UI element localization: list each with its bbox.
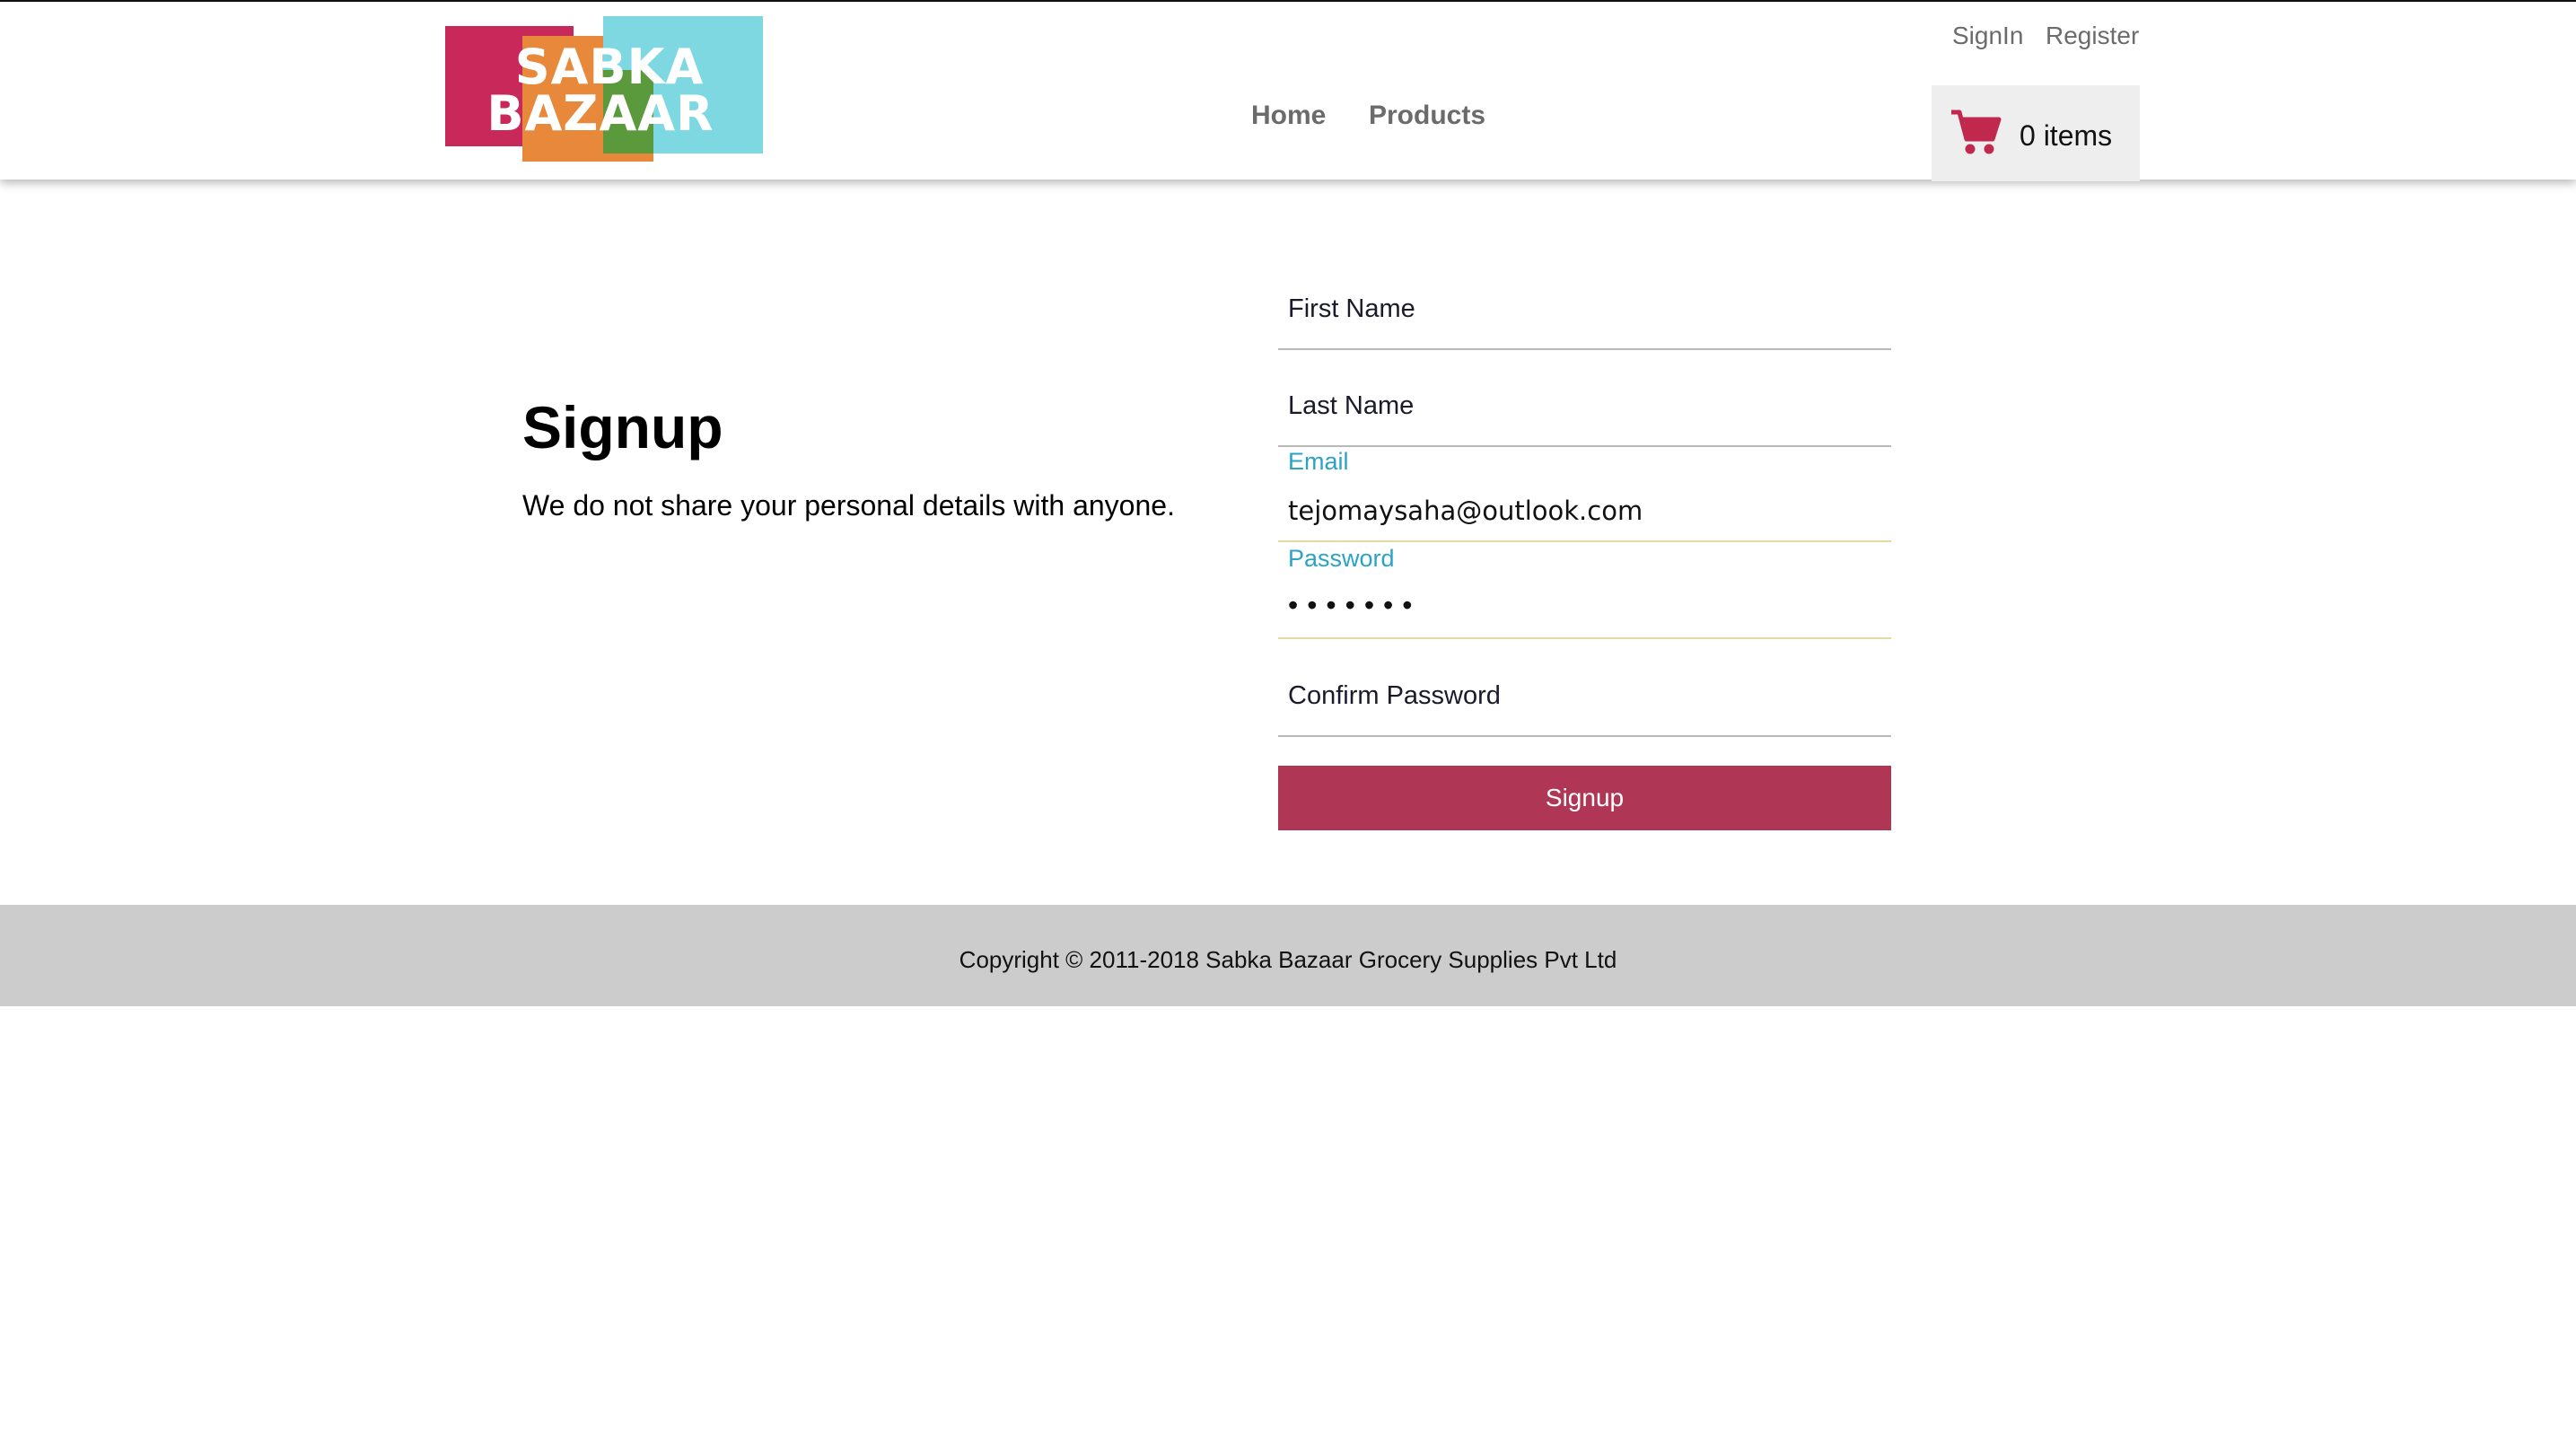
confirm-password-placeholder: Confirm Password xyxy=(1288,681,1501,710)
cart-count: 0 items xyxy=(2020,119,2113,152)
password-underline xyxy=(1278,637,1891,639)
page-subtitle: We do not share your personal details wi… xyxy=(522,489,1175,522)
site-footer: Copyright © 2011-2018 Sabka Bazaar Groce… xyxy=(0,905,2576,1006)
nav-products[interactable]: Products xyxy=(1369,101,1485,131)
email-field[interactable]: Email tejomaysaha@outlook.com xyxy=(1278,447,1891,542)
copyright-text: Copyright © 2011-2018 Sabka Bazaar Groce… xyxy=(959,946,1617,973)
first-name-underline xyxy=(1278,348,1891,350)
logo-text-line2: BAZAAR xyxy=(486,85,714,142)
page-title: Signup xyxy=(522,394,723,460)
email-label: Email xyxy=(1288,448,1349,475)
cart-icon xyxy=(1951,110,2002,154)
email-underline xyxy=(1278,540,1891,542)
password-value: ••••••• xyxy=(1288,589,1422,621)
cart-button[interactable]: 0 items xyxy=(1932,85,2140,181)
first-name-field[interactable]: First Name xyxy=(1278,255,1891,350)
logo-text-line1: SABKA xyxy=(514,39,705,95)
last-name-placeholder: Last Name xyxy=(1288,391,1415,420)
password-label: Password xyxy=(1288,545,1395,572)
signup-button[interactable]: Signup xyxy=(1278,766,1891,830)
confirm-password-underline xyxy=(1278,735,1891,737)
signin-link[interactable]: SignIn xyxy=(1952,22,2023,50)
register-link[interactable]: Register xyxy=(2046,22,2139,50)
nav-home[interactable]: Home xyxy=(1251,101,1326,131)
site-header: SABKA BAZAAR Home Products SignIn Regist… xyxy=(0,2,2576,181)
confirm-password-field[interactable]: Confirm Password xyxy=(1278,642,1891,737)
last-name-field[interactable]: Last Name xyxy=(1278,352,1891,447)
email-value: tejomaysaha@outlook.com xyxy=(1288,496,1643,526)
sabka-bazaar-logo[interactable]: SABKA BAZAAR xyxy=(445,16,763,162)
password-field[interactable]: Password ••••••• xyxy=(1278,544,1891,639)
first-name-placeholder: First Name xyxy=(1288,294,1415,323)
